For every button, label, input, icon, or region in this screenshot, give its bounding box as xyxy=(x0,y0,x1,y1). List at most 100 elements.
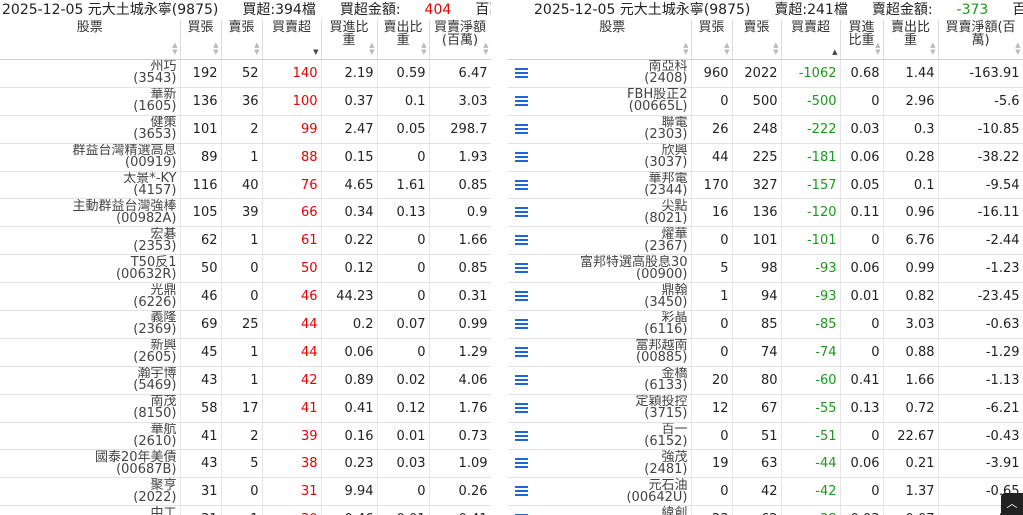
col-header-sell-ratio[interactable]: 賣出比重 ▲ ▼ xyxy=(377,20,430,60)
table-row[interactable]: 聯電 (2303) 26 248 -222 0.03 0.3 -10.85 xyxy=(508,115,1023,144)
table-row[interactable]: 中工(2515)311300.460.010.41 xyxy=(0,505,491,515)
row-action-cell[interactable] xyxy=(508,171,534,200)
list-icon[interactable] xyxy=(514,151,528,163)
stock-name[interactable]: 緯創 xyxy=(537,507,687,515)
row-action-cell[interactable] xyxy=(508,143,534,172)
stock-cell[interactable]: 華邦電 (2344) xyxy=(534,171,692,200)
table-row[interactable]: 南茂 (8150) 58 17 41 0.41 0.12 1.76 xyxy=(0,394,491,423)
list-icon[interactable] xyxy=(514,123,528,135)
col-header-net[interactable]: 買賣超 ▲ xyxy=(781,20,841,60)
stock-cell[interactable]: 宏碁 (2353) xyxy=(0,226,181,256)
list-icon[interactable] xyxy=(514,235,528,246)
row-action-cell[interactable] xyxy=(508,282,534,312)
stock-cell[interactable]: 南茂 (8150) xyxy=(0,394,181,423)
list-icon[interactable] xyxy=(514,291,528,302)
row-action-cell[interactable] xyxy=(508,366,534,395)
list-icon[interactable] xyxy=(514,402,528,414)
table-row[interactable]: 州巧 (3543) 192 52 140 2.19 0.59 6.47 xyxy=(0,59,491,88)
table-row[interactable]: 尖點 (8021) 16 136 -120 0.11 0.96 -16.11 xyxy=(508,198,1023,228)
table-row[interactable]: 新興 (2605) 45 1 44 0.06 0 1.29 xyxy=(0,338,491,367)
table-row[interactable]: 富邦越南 (00885) 0 74 -74 0 0.88 -1.29 xyxy=(508,338,1023,367)
stock-cell[interactable]: 百一 (6152) xyxy=(534,422,692,451)
col-header-stock[interactable]: 股票 ▲ ▼ xyxy=(534,20,692,60)
table-row[interactable]: T50反1 (00632R) 50 0 50 0.12 0 0.85 xyxy=(0,254,491,284)
table-row[interactable]: 聚亨 (2022) 31 0 31 9.94 0 0.26 xyxy=(0,477,491,507)
row-action-cell[interactable] xyxy=(508,310,534,339)
col-header-buy[interactable]: 買張 ▲ ▼ xyxy=(691,20,733,60)
row-action-cell[interactable] xyxy=(508,254,534,284)
list-icon[interactable] xyxy=(514,207,528,218)
table-row[interactable]: 緯創(3231)2362-380.030.07-5.4 xyxy=(508,505,1023,515)
list-icon[interactable] xyxy=(514,458,528,469)
stock-cell[interactable]: 國泰20年美債 (00687B) xyxy=(0,449,181,479)
list-icon[interactable] xyxy=(514,95,528,107)
col-header-amount[interactable]: 買賣淨額(百萬) ▲ ▼ xyxy=(938,20,1023,60)
stock-cell[interactable]: 緯創(3231) xyxy=(534,505,692,515)
row-action-cell[interactable] xyxy=(508,477,534,507)
col-header-sell-ratio[interactable]: 賣出比重 ▲ ▼ xyxy=(883,20,939,60)
col-header-buy-ratio[interactable]: 買進比重 ▲ ▼ xyxy=(840,20,884,60)
stock-cell[interactable]: 華新 (1605) xyxy=(0,87,181,116)
stock-cell[interactable]: 欣興 (3037) xyxy=(534,143,692,172)
table-row[interactable]: 瀚宇博 (5469) 43 1 42 0.89 0.02 4.06 xyxy=(0,366,491,395)
stock-cell[interactable]: 群益台灣精選高息 (00919) xyxy=(0,143,181,172)
stock-cell[interactable]: 強茂 (2481) xyxy=(534,449,692,479)
table-row[interactable]: 強茂 (2481) 19 63 -44 0.06 0.21 -3.91 xyxy=(508,449,1023,479)
col-header-stock[interactable]: 股票 ▲ ▼ xyxy=(0,20,181,60)
col-header-amount[interactable]: 買賣淨額(百萬) ▲ ▼ xyxy=(429,20,491,60)
col-header-buy[interactable]: 買張 ▲ ▼ xyxy=(180,20,222,60)
stock-cell[interactable]: 新興 (2605) xyxy=(0,338,181,367)
table-row[interactable]: 燿華 (2367) 0 101 -101 0 6.76 -2.44 xyxy=(508,226,1023,256)
list-icon[interactable] xyxy=(514,486,528,497)
row-action-cell[interactable] xyxy=(508,449,534,479)
stock-cell[interactable]: 州巧 (3543) xyxy=(0,59,181,88)
table-row[interactable]: 彩晶 (6116) 0 85 -85 0 3.03 -0.63 xyxy=(508,310,1023,339)
col-header-net[interactable]: 買賣超 ▼ xyxy=(262,20,322,60)
stock-cell[interactable]: 南亞科 (2408) xyxy=(534,59,692,88)
list-icon[interactable] xyxy=(514,67,528,79)
stock-cell[interactable]: 聚亨 (2022) xyxy=(0,477,181,507)
stock-cell[interactable]: 太景*-KY (4157) xyxy=(0,171,181,200)
list-icon[interactable] xyxy=(514,430,528,442)
stock-cell[interactable]: T50反1 (00632R) xyxy=(0,254,181,284)
stock-cell[interactable]: 燿華 (2367) xyxy=(534,226,692,256)
stock-cell[interactable]: 光鼎 (6226) xyxy=(0,282,181,312)
row-action-cell[interactable] xyxy=(508,505,534,515)
table-row[interactable]: 定穎投控 (3715) 12 67 -55 0.13 0.72 -6.21 xyxy=(508,394,1023,423)
row-action-cell[interactable] xyxy=(508,115,534,144)
col-header-sell[interactable]: 賣張 ▲ ▼ xyxy=(221,20,263,60)
stock-cell[interactable]: 富邦越南 (00885) xyxy=(534,338,692,367)
list-icon[interactable] xyxy=(514,263,528,274)
stock-cell[interactable]: 義隆 (2369) xyxy=(0,310,181,339)
list-icon[interactable] xyxy=(514,374,528,386)
table-row[interactable]: 光鼎 (6226) 46 0 46 44.23 0 0.31 xyxy=(0,282,491,312)
table-row[interactable]: FBH股正2 (00665L) 0 500 -500 0 2.96 -5.6 xyxy=(508,87,1023,116)
table-row[interactable]: 主動群益台灣強棒 (00982A) 105 39 66 0.34 0.13 0.9 xyxy=(0,198,491,228)
stock-cell[interactable]: 主動群益台灣強棒 (00982A) xyxy=(0,198,181,228)
row-action-cell[interactable] xyxy=(508,59,534,88)
stock-cell[interactable]: 鼎翰 (3450) xyxy=(534,282,692,312)
col-header-sell[interactable]: 賣張 ▲ ▼ xyxy=(732,20,782,60)
stock-cell[interactable]: 華航 (2610) xyxy=(0,422,181,451)
stock-cell[interactable]: 健策 (3653) xyxy=(0,115,181,144)
stock-cell[interactable]: 聯電 (2303) xyxy=(534,115,692,144)
row-action-cell[interactable] xyxy=(508,338,534,367)
stock-cell[interactable]: 瀚宇博 (5469) xyxy=(0,366,181,395)
stock-cell[interactable]: 元石油 (00642U) xyxy=(534,477,692,507)
table-row[interactable]: 太景*-KY (4157) 116 40 76 4.65 1.61 0.85 xyxy=(0,171,491,200)
row-action-cell[interactable] xyxy=(508,87,534,116)
stock-cell[interactable]: 富邦特選高股息30 (00900) xyxy=(534,254,692,284)
stock-cell[interactable]: 中工(2515) xyxy=(0,505,181,515)
table-row[interactable]: 百一 (6152) 0 51 -51 0 22.67 -0.43 xyxy=(508,422,1023,451)
table-row[interactable]: 金橋 (6133) 20 80 -60 0.41 1.66 -1.13 xyxy=(508,366,1023,395)
row-action-cell[interactable] xyxy=(508,394,534,423)
row-action-cell[interactable] xyxy=(508,422,534,451)
table-row[interactable]: 富邦特選高股息30 (00900) 5 98 -93 0.06 0.99 -1.23 xyxy=(508,254,1023,284)
table-row[interactable]: 華航 (2610) 41 2 39 0.16 0.01 0.73 xyxy=(0,422,491,451)
stock-cell[interactable]: FBH股正2 (00665L) xyxy=(534,87,692,116)
list-icon[interactable] xyxy=(514,346,528,358)
table-row[interactable]: 華新 (1605) 136 36 100 0.37 0.1 3.03 xyxy=(0,87,491,116)
stock-cell[interactable]: 彩晶 (6116) xyxy=(534,310,692,339)
stock-cell[interactable]: 定穎投控 (3715) xyxy=(534,394,692,423)
col-header-buy-ratio[interactable]: 買進比重 ▲ ▼ xyxy=(321,20,378,60)
